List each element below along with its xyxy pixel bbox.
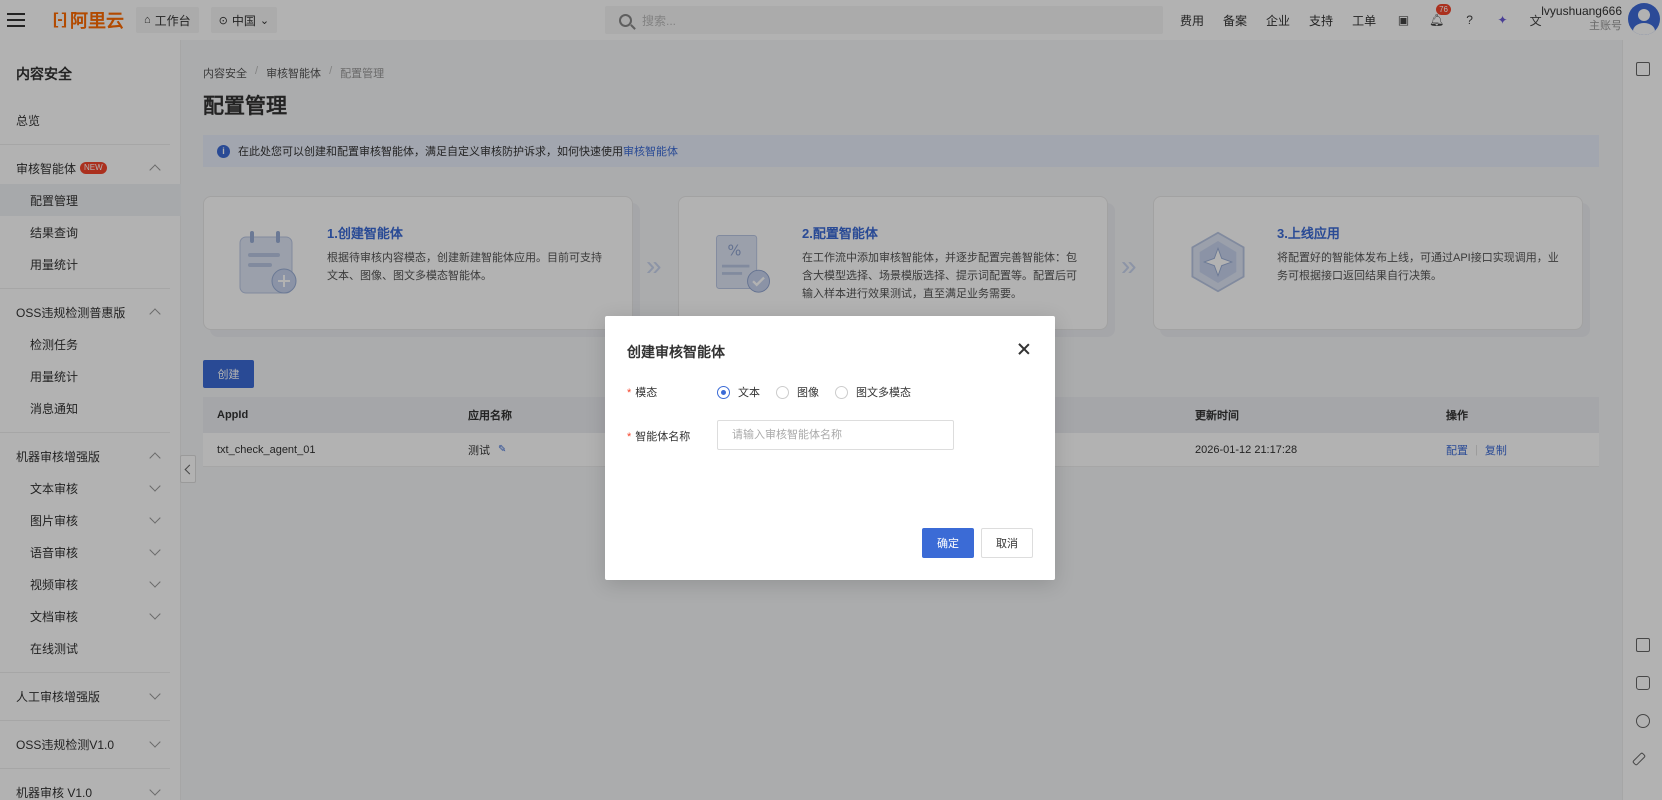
radio-label: 图像 [797,387,819,399]
radio-checked-icon [717,385,730,399]
agent-name-label-text: 智能体名称 [635,431,691,443]
create-agent-dialog: 创建审核智能体 *模态 文本 图像 图文多模态 *智能体名称 确定 取消 [605,316,1055,580]
dialog-title: 创建审核智能体 [627,344,725,360]
required-mark: * [627,387,632,399]
agent-name-input[interactable] [717,420,954,450]
radio-unchecked-icon [835,385,848,399]
close-icon[interactable] [1017,342,1031,356]
radio-label: 图文多模态 [856,387,911,399]
modality-label-text: 模态 [635,387,658,399]
cancel-button[interactable]: 取消 [981,528,1033,558]
modality-label: * 模态 [627,384,657,400]
radio-image[interactable]: 图像 [776,384,819,400]
radio-text[interactable]: 文本 [717,384,760,400]
radio-unchecked-icon [776,385,789,399]
radio-label: 文本 [738,387,760,399]
agent-name-label: * 智能体名称 [627,428,690,444]
radio-multimodal[interactable]: 图文多模态 [835,384,911,400]
required-mark: * [627,431,632,443]
confirm-button[interactable]: 确定 [922,528,974,558]
